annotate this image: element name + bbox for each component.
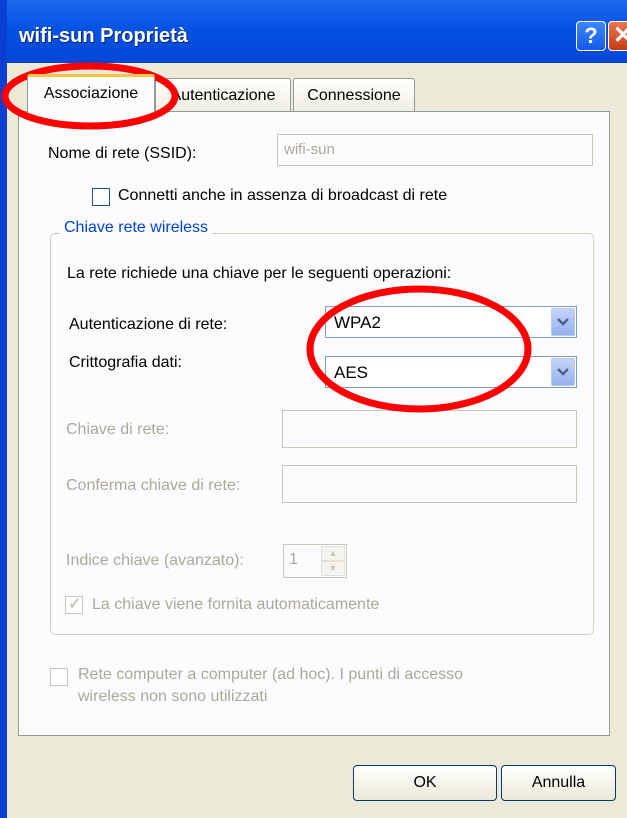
key-requirement-text: La rete richiede una chiave per le segue…: [67, 265, 452, 282]
properties-dialog: wifi-sun Proprietà ? ✕ Associazione Aute…: [0, 0, 627, 818]
network-key-label: Chiave di rete:: [66, 421, 170, 438]
encryption-label: Crittografia dati:: [69, 354, 182, 371]
ssid-field[interactable]: wifi-sun: [277, 134, 593, 166]
spin-up-icon[interactable]: ▲: [321, 546, 345, 561]
chevron-down-icon[interactable]: [551, 358, 575, 386]
wireless-key-group-title: Chiave rete wireless: [60, 219, 213, 237]
adhoc-checkbox[interactable]: [50, 668, 68, 686]
window-title: wifi-sun Proprietà: [19, 25, 188, 47]
adhoc-label-line1: Rete computer a computer (ad hoc). I pun…: [78, 666, 464, 683]
key-index-value: 1: [289, 551, 298, 568]
tab-connessione[interactable]: Connessione: [293, 78, 415, 111]
broadcast-checkbox[interactable]: [92, 188, 110, 206]
help-icon: ?: [584, 23, 598, 48]
cancel-button[interactable]: Annulla: [501, 765, 616, 801]
checkmark-icon: ✓: [68, 596, 82, 613]
cancel-button-label: Annulla: [531, 774, 586, 791]
auth-select-value: WPA2: [334, 313, 381, 332]
auto-key-checkbox[interactable]: ✓: [65, 596, 83, 614]
tab-label: Connessione: [307, 87, 401, 104]
auth-label: Autenticazione di rete:: [69, 316, 228, 333]
key-index-spin-buttons: ▲ ▼: [321, 546, 345, 576]
encryption-select-value: AES: [334, 363, 369, 382]
spin-down-icon[interactable]: ▼: [321, 561, 345, 576]
ssid-label: Nome di rete (SSID):: [48, 145, 197, 162]
tab-label: Associazione: [43, 85, 139, 102]
close-button[interactable]: ✕: [608, 21, 627, 51]
auth-select[interactable]: WPA2: [325, 306, 577, 338]
adhoc-label-line2: wireless non sono utilizzati: [78, 688, 268, 705]
tab-autenticazione[interactable]: Autenticazione: [155, 78, 291, 111]
close-icon: ✕: [612, 22, 627, 49]
encryption-select[interactable]: AES: [325, 356, 577, 388]
broadcast-checkbox-label: Connetti anche in assenza di broadcast d…: [118, 187, 448, 204]
window-left-border: [0, 0, 7, 818]
help-button[interactable]: ?: [576, 21, 606, 51]
title-bar[interactable]: wifi-sun Proprietà ? ✕: [7, 0, 627, 63]
network-key-field[interactable]: [282, 410, 577, 448]
key-index-label: Indice chiave (avanzato):: [66, 552, 244, 569]
tab-associazione[interactable]: Associazione: [27, 74, 155, 112]
ssid-value: wifi-sun: [284, 141, 335, 158]
auto-key-label: La chiave viene fornita automaticamente: [92, 596, 380, 613]
key-index-spinner[interactable]: 1 ▲ ▼: [283, 544, 347, 578]
ok-button[interactable]: OK: [353, 765, 497, 801]
chevron-down-icon[interactable]: [551, 308, 575, 336]
confirm-key-field[interactable]: [282, 465, 577, 503]
tab-label: Autenticazione: [170, 87, 276, 104]
confirm-key-label: Conferma chiave di rete:: [66, 477, 241, 494]
ok-button-label: OK: [413, 774, 437, 791]
